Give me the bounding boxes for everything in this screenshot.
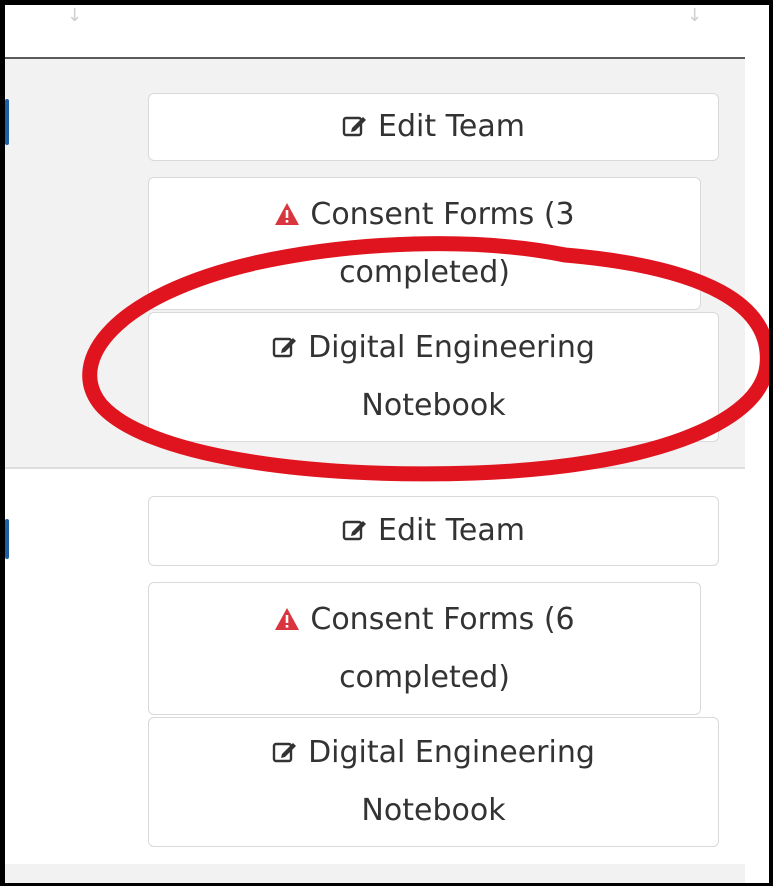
edit-team-label: Edit Team [378, 109, 525, 144]
sort-icon[interactable]: ↓ [687, 7, 702, 25]
edit-icon [342, 517, 368, 543]
notebook-label-line2: Notebook [361, 388, 506, 423]
row-left-edge [5, 99, 9, 145]
notebook-label-line1: Digital Engineering [308, 735, 595, 770]
edit-team-label: Edit Team [378, 513, 525, 548]
table-header: ↓ ↓ [5, 5, 745, 57]
table-row: Edit Team Consent Forms (6 completed) Di… [5, 469, 745, 864]
consent-forms-label-line1: Consent Forms (3 [310, 196, 575, 232]
digital-engineering-notebook-button[interactable]: Digital Engineering Notebook [148, 717, 719, 847]
notebook-label-line2: Notebook [361, 793, 506, 828]
consent-forms-label-line1: Consent Forms (6 [310, 601, 575, 637]
digital-engineering-notebook-button[interactable]: Digital Engineering Notebook [148, 312, 719, 442]
table-row: Edit Team Consent Forms (3 completed) Di… [5, 59, 745, 467]
edit-icon [272, 739, 298, 765]
edit-icon [342, 113, 368, 139]
screenshot-frame: ↓ ↓ Edit Team Consent Forms (3 completed… [5, 5, 769, 883]
row-left-edge [5, 519, 9, 559]
consent-forms-label-line2: completed) [339, 254, 510, 290]
edit-icon [272, 334, 298, 360]
notebook-label-line1: Digital Engineering [308, 330, 595, 365]
consent-forms-button[interactable]: Consent Forms (6 completed) [148, 582, 701, 715]
consent-forms-label-line2: completed) [339, 659, 510, 695]
consent-forms-button[interactable]: Consent Forms (3 completed) [148, 177, 701, 310]
warning-icon [274, 201, 300, 227]
table-row [5, 864, 745, 883]
edit-team-button[interactable]: Edit Team [148, 93, 719, 161]
warning-icon [274, 606, 300, 632]
edit-team-button[interactable]: Edit Team [148, 496, 719, 566]
sort-icon[interactable]: ↓ [67, 7, 82, 25]
